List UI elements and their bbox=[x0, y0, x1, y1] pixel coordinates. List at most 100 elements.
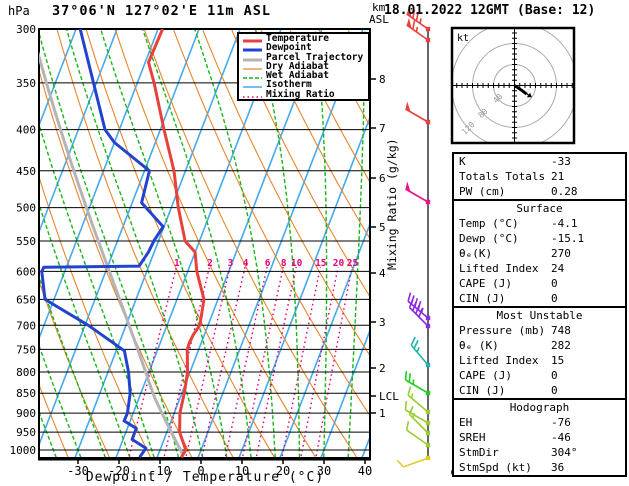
svg-text:4: 4 bbox=[243, 258, 249, 269]
stats-table: Surface Temp (°C) -4.1 Dewp (°C) -15.1 θₑ(K) 2… bbox=[452, 199, 627, 308]
asl-axis-label: ASL bbox=[369, 13, 389, 26]
table-row: Lifted Index 24 bbox=[454, 261, 625, 276]
stats-table: Most Unstable Pressure (mb) 748 θₑ (K) 282 Li… bbox=[452, 306, 627, 400]
table-row: K -33 bbox=[454, 154, 625, 169]
table-row-value: 270 bbox=[551, 247, 571, 260]
table-row: SREH -46 bbox=[454, 430, 625, 445]
table-row-label: Totals Totals bbox=[459, 170, 546, 183]
x-axis-title: Dewpoint / Temperature (°C) bbox=[85, 470, 325, 485]
table-row: StmSpd (kt) 36 bbox=[454, 460, 625, 475]
table-row-value: 748 bbox=[551, 324, 571, 337]
svg-text:10: 10 bbox=[291, 258, 303, 269]
table-row-value: -76 bbox=[551, 416, 571, 429]
stats-table: K -33 Totals Totals 21 PW (cm) 0.28 bbox=[452, 152, 627, 201]
table-row-label: CAPE (J) bbox=[459, 369, 512, 382]
svg-text:2: 2 bbox=[379, 362, 386, 375]
table-row-value: 282 bbox=[551, 339, 571, 352]
table-row: CIN (J) 0 bbox=[454, 291, 625, 306]
table-row-label: K bbox=[459, 155, 466, 168]
table-title: Hodograph bbox=[509, 401, 570, 414]
svg-text:3: 3 bbox=[379, 316, 386, 329]
svg-text:1: 1 bbox=[174, 258, 180, 269]
table-row-value: 15 bbox=[551, 354, 565, 367]
svg-text:850: 850 bbox=[16, 387, 36, 400]
table-row: Temp (°C) -4.1 bbox=[454, 216, 625, 231]
table-row: Totals Totals 21 bbox=[454, 169, 625, 184]
table-row-value: -33 bbox=[551, 155, 571, 168]
svg-text:750: 750 bbox=[16, 343, 36, 356]
table-row: Lifted Index 15 bbox=[454, 353, 625, 368]
svg-text:1000: 1000 bbox=[10, 444, 37, 457]
wind-barb bbox=[405, 101, 431, 125]
table-row-label: StmSpd (kt) bbox=[459, 461, 532, 474]
wind-barb-column bbox=[396, 6, 431, 468]
svg-text:350: 350 bbox=[16, 77, 36, 90]
svg-text:900: 900 bbox=[16, 407, 36, 420]
svg-text:1: 1 bbox=[379, 407, 386, 420]
mixing-ratio-labels: 1 2 3 4 6 8 10 15 20 25 bbox=[174, 258, 358, 269]
table-row: CIN (J) 0 bbox=[454, 383, 625, 398]
table-row: CAPE (J) 0 bbox=[454, 276, 625, 291]
wind-barb bbox=[396, 455, 431, 468]
table-row-value: 24 bbox=[551, 262, 565, 275]
hodograph-unit-label: kt bbox=[457, 33, 469, 44]
table-row-value: -46 bbox=[551, 431, 571, 444]
mixing-ratio-axis-title: Mixing Ratio (g/kg) bbox=[385, 138, 399, 270]
table-row: θₑ (K) 282 bbox=[454, 338, 625, 353]
svg-text:300: 300 bbox=[16, 23, 36, 36]
table-row-value: 21 bbox=[551, 170, 565, 183]
svg-text:450: 450 bbox=[16, 165, 36, 178]
table-row-label: θₑ(K) bbox=[459, 247, 493, 260]
svg-text:650: 650 bbox=[16, 293, 36, 306]
svg-text:700: 700 bbox=[16, 319, 36, 332]
svg-text:8: 8 bbox=[281, 258, 287, 269]
legend-item-label: Mixing Ratio bbox=[266, 88, 335, 100]
table-row-label: EH bbox=[459, 416, 473, 429]
pressure-axis-unit: hPa bbox=[8, 4, 30, 18]
svg-text:600: 600 bbox=[16, 265, 36, 278]
svg-text:400: 400 bbox=[16, 124, 36, 137]
wind-barb bbox=[410, 336, 431, 368]
page-title: 37°06'N 127°02'E 11m ASL bbox=[52, 3, 272, 19]
indices-tables: K -33 Totals Totals 21 PW (cm) 0.28 Surface Tem… bbox=[452, 152, 627, 477]
table-row-label: θₑ (K) bbox=[459, 339, 499, 352]
mixing-ratio-lines bbox=[128, 266, 353, 457]
hodograph: 4080120kt bbox=[450, 26, 576, 145]
svg-text:3: 3 bbox=[228, 258, 234, 269]
table-row-label: SREH bbox=[459, 431, 486, 444]
table-title: Surface bbox=[516, 202, 563, 215]
table-row: Dewp (°C) -15.1 bbox=[454, 231, 625, 246]
table-row: PW (cm) 0.28 bbox=[454, 184, 625, 199]
date-title: 18.01.2022 12GMT (Base: 12) bbox=[384, 3, 596, 18]
svg-text:25: 25 bbox=[347, 258, 359, 269]
svg-text:8: 8 bbox=[379, 73, 386, 86]
svg-text:20: 20 bbox=[333, 258, 345, 269]
km-axis-ticks: 12345678 bbox=[370, 73, 386, 420]
table-row-label: Dewp (°C) bbox=[459, 232, 519, 245]
table-row-label: PW (cm) bbox=[459, 185, 506, 198]
table-row-value: 0.28 bbox=[551, 185, 578, 198]
table-row-label: CIN (J) bbox=[459, 292, 506, 305]
svg-text:6: 6 bbox=[265, 258, 271, 269]
table-row: Pressure (mb) 748 bbox=[454, 323, 625, 338]
table-row-label: CIN (J) bbox=[459, 384, 506, 397]
table-row-value: 0 bbox=[551, 292, 558, 305]
table-row-label: Lifted Index bbox=[459, 354, 539, 367]
svg-text:550: 550 bbox=[16, 235, 36, 248]
table-title: Most Unstable bbox=[496, 309, 583, 322]
table-row-value: -15.1 bbox=[551, 232, 585, 245]
svg-text:950: 950 bbox=[16, 426, 36, 439]
svg-text:15: 15 bbox=[315, 258, 327, 269]
svg-text:2: 2 bbox=[207, 258, 213, 269]
table-row: EH -76 bbox=[454, 415, 625, 430]
svg-text:500: 500 bbox=[16, 202, 36, 215]
lcl-label: LCL bbox=[379, 390, 399, 403]
stats-table: Hodograph EH -76 SREH -46 StmDir 304° StmSpd (k… bbox=[452, 398, 627, 477]
legend: Temperature Dewpoint Parcel Trajectory Dry … bbox=[237, 32, 370, 101]
legend-line-swatch bbox=[243, 96, 262, 98]
svg-text:7: 7 bbox=[379, 122, 386, 135]
table-row-label: Pressure (mb) bbox=[459, 324, 546, 337]
table-row-value: 0 bbox=[551, 277, 558, 290]
table-row-value: 0 bbox=[551, 369, 558, 382]
table-row: θₑ(K) 270 bbox=[454, 246, 625, 261]
